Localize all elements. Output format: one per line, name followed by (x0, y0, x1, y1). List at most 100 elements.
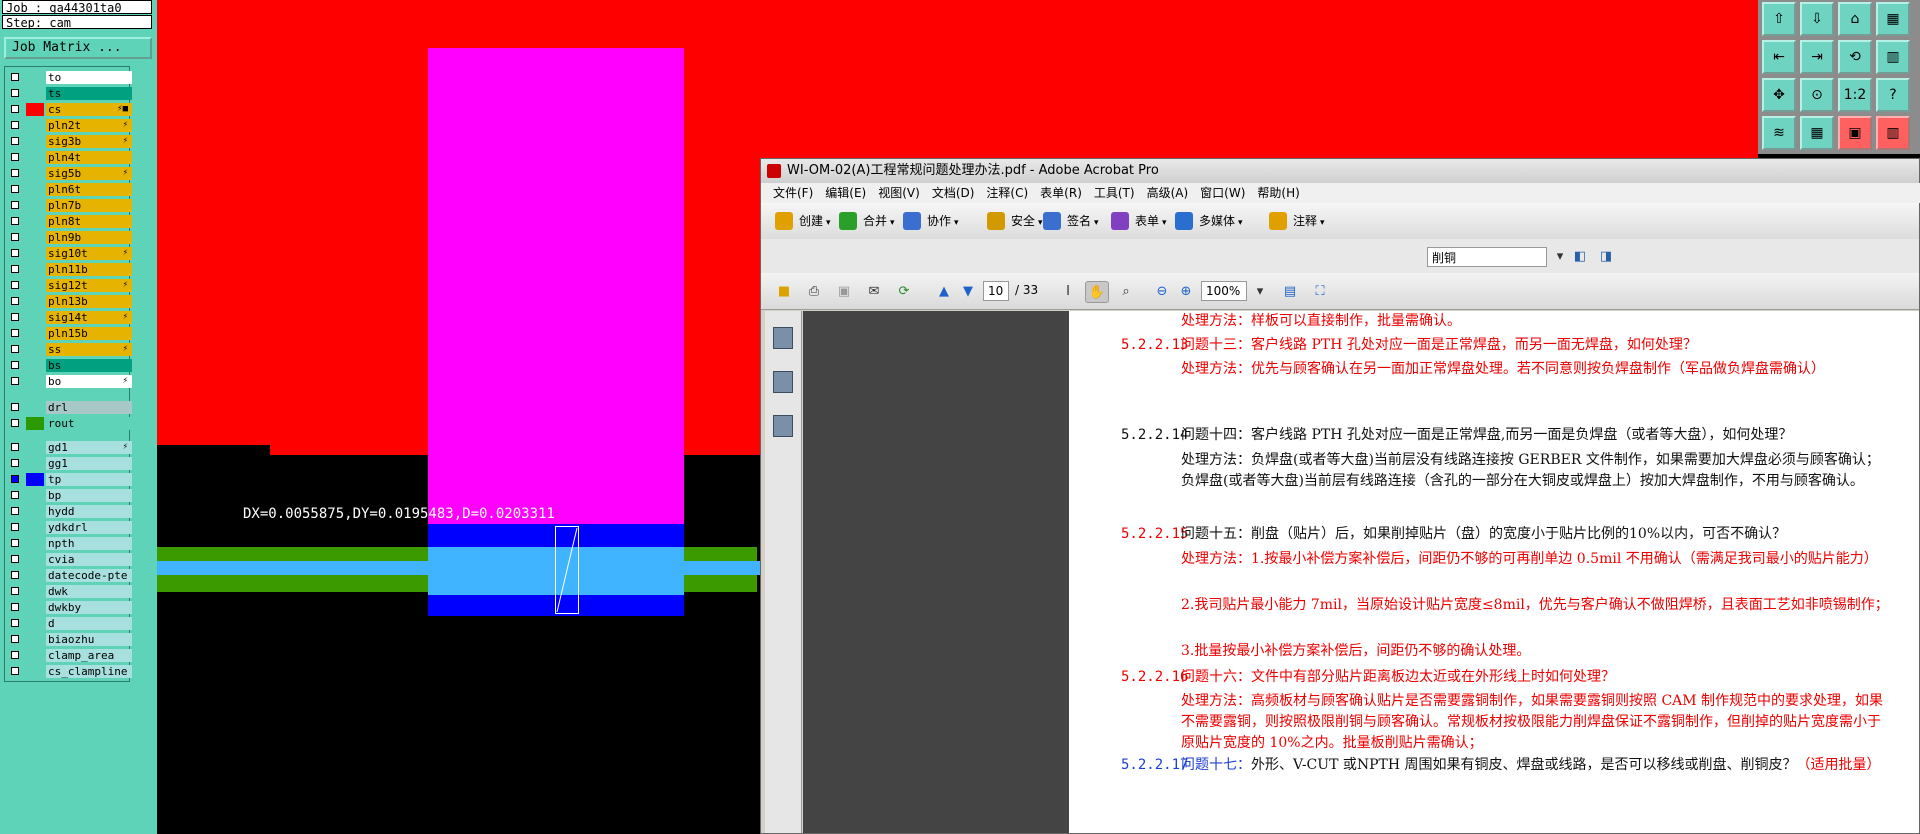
layer-row[interactable]: ts (9, 87, 132, 100)
layer-name[interactable]: pln15b (46, 327, 132, 340)
menu-item[interactable]: 窗口(W) (1194, 183, 1251, 203)
find-input[interactable]: 削铜 (1427, 247, 1547, 267)
loop-icon[interactable]: ⟲ (1838, 40, 1872, 74)
layer-checkbox[interactable] (11, 635, 19, 643)
task-button[interactable]: 协作 ▾ (901, 209, 959, 233)
layer-checkbox[interactable] (11, 475, 19, 483)
layer-checkbox[interactable] (11, 651, 19, 659)
layer-row[interactable]: pln2t ⚡ (9, 119, 132, 132)
layer-checkbox[interactable] (11, 507, 19, 515)
layer-name[interactable]: drl (46, 401, 132, 414)
layer-name[interactable]: sig12t ⚡ (46, 279, 132, 292)
layer-checkbox[interactable] (11, 345, 19, 353)
layer-name[interactable]: hydd (46, 505, 132, 518)
layer-checkbox[interactable] (11, 281, 19, 289)
layer-checkbox[interactable] (11, 377, 19, 385)
layer-name[interactable]: npth (46, 537, 132, 550)
layer-row[interactable]: npth (9, 537, 132, 550)
layer-checkbox[interactable] (11, 555, 19, 563)
menu-item[interactable]: 注释(C) (980, 183, 1034, 203)
refresh-icon[interactable]: ⟳ (893, 281, 915, 301)
task-button[interactable]: 合并 ▾ (837, 209, 895, 233)
menu-item[interactable]: 高级(A) (1141, 183, 1195, 203)
task-button[interactable]: 注释 ▾ (1267, 209, 1325, 233)
layer-name[interactable]: gg1 (46, 457, 132, 470)
layer-name[interactable]: sig10t ⚡ (46, 247, 132, 260)
layer-checkbox[interactable] (11, 329, 19, 337)
layer-name[interactable]: pln13b (46, 295, 132, 308)
house-icon[interactable]: ⌂ (1838, 2, 1872, 36)
ratio-label[interactable]: 1:2 (1838, 78, 1872, 112)
snap-icon[interactable]: ▣ (1838, 116, 1872, 150)
layer-checkbox[interactable] (11, 403, 19, 411)
layer-name[interactable]: tp (46, 473, 132, 486)
layer-row[interactable]: biaozhu (9, 633, 132, 646)
zoom-out-icon[interactable]: ⊖ (1151, 281, 1173, 301)
zoom-tool-icon[interactable]: ⌕ (1115, 281, 1137, 301)
layer-checkbox[interactable] (11, 185, 19, 193)
layer-checkbox[interactable] (11, 667, 19, 675)
layer-name[interactable]: cvia (46, 553, 132, 566)
layer-checkbox[interactable] (11, 297, 19, 305)
layer-checkbox[interactable] (11, 73, 19, 81)
document-area[interactable]: 处理方法：样板可以直接制作，批量需确认。 5.2.2.13 问题十三：客户线路 P… (803, 311, 1919, 833)
layer-row[interactable]: pln4t (9, 151, 132, 164)
layer-row[interactable]: bs (9, 359, 132, 372)
fit-page-icon[interactable]: ⛶ (1309, 281, 1331, 301)
layer-checkbox[interactable] (11, 121, 19, 129)
layer-name[interactable]: pln7b (46, 199, 132, 212)
layer-row[interactable]: pln15b (9, 327, 132, 340)
layer-row[interactable]: gd1 ⚡ (9, 441, 132, 454)
layer-checkbox[interactable] (11, 89, 19, 97)
layer-name[interactable]: clamp_area (46, 649, 132, 662)
menu-item[interactable]: 文档(D) (926, 183, 981, 203)
layer-checkbox[interactable] (11, 313, 19, 321)
menu-item[interactable]: 视图(V) (872, 183, 926, 203)
layer-checkbox[interactable] (11, 201, 19, 209)
help-icon[interactable]: ? (1876, 78, 1910, 112)
table-icon[interactable]: ▦ (1800, 116, 1834, 150)
layer-checkbox[interactable] (11, 233, 19, 241)
layer-checkbox[interactable] (11, 265, 19, 273)
layer-row[interactable]: rout (9, 417, 132, 430)
layer-checkbox[interactable] (11, 153, 19, 161)
layer-row[interactable]: drl (9, 401, 132, 414)
layer-checkbox[interactable] (11, 619, 19, 627)
right-icon[interactable]: ⇥ (1800, 40, 1834, 74)
layer-row[interactable]: tp (9, 473, 132, 486)
menu-item[interactable]: 编辑(E) (819, 183, 872, 203)
layer-row[interactable]: sig3b ⚡ (9, 135, 132, 148)
layer-row[interactable]: ss ⚡ (9, 343, 132, 356)
layer-row[interactable]: ydkdrl (9, 521, 132, 534)
job-matrix-button[interactable]: Job Matrix ... (4, 37, 152, 59)
panel-icon[interactable]: ▥ (1876, 40, 1910, 74)
layer-checkbox[interactable] (11, 443, 19, 451)
layer-name[interactable]: dwkby (46, 601, 132, 614)
layer-row[interactable]: cs_clampline (9, 665, 132, 678)
layer-checkbox[interactable] (11, 539, 19, 547)
layer-row[interactable]: hydd (9, 505, 132, 518)
menu-item[interactable]: 帮助(H) (1251, 183, 1305, 203)
layer-row[interactable]: dwk (9, 585, 132, 598)
save-icon[interactable]: ▣ (833, 281, 855, 301)
layer-name[interactable]: biaozhu (46, 633, 132, 646)
task-button[interactable]: 安全 ▾ (985, 209, 1043, 233)
layer-row[interactable]: pln7b (9, 199, 132, 212)
layer-row[interactable]: sig12t ⚡ (9, 279, 132, 292)
layer-name[interactable]: d (46, 617, 132, 630)
layer-row[interactable]: pln9b (9, 231, 132, 244)
layer-checkbox[interactable] (11, 137, 19, 145)
task-button[interactable]: 签名 ▾ (1041, 209, 1099, 233)
layer-name[interactable]: pln6t (46, 183, 132, 196)
save-icon[interactable]: ⇩ (1800, 2, 1834, 36)
layer-row[interactable]: sig14t ⚡ (9, 311, 132, 324)
fit-width-icon[interactable]: ▤ (1279, 281, 1301, 301)
layer-name[interactable]: sig3b ⚡ (46, 135, 132, 148)
layer-row[interactable]: bp (9, 489, 132, 502)
acrobat-titlebar[interactable]: WI-OM-02(A)工程常规问题处理办法.pdf - Adobe Acroba… (761, 159, 1919, 183)
layer-name[interactable]: to (46, 71, 132, 84)
layer-name[interactable]: gd1 ⚡ (46, 441, 132, 454)
layer-row[interactable]: cvia (9, 553, 132, 566)
layer-name[interactable]: pln8t (46, 215, 132, 228)
find-previous-icon[interactable]: ◧ (1569, 246, 1591, 266)
